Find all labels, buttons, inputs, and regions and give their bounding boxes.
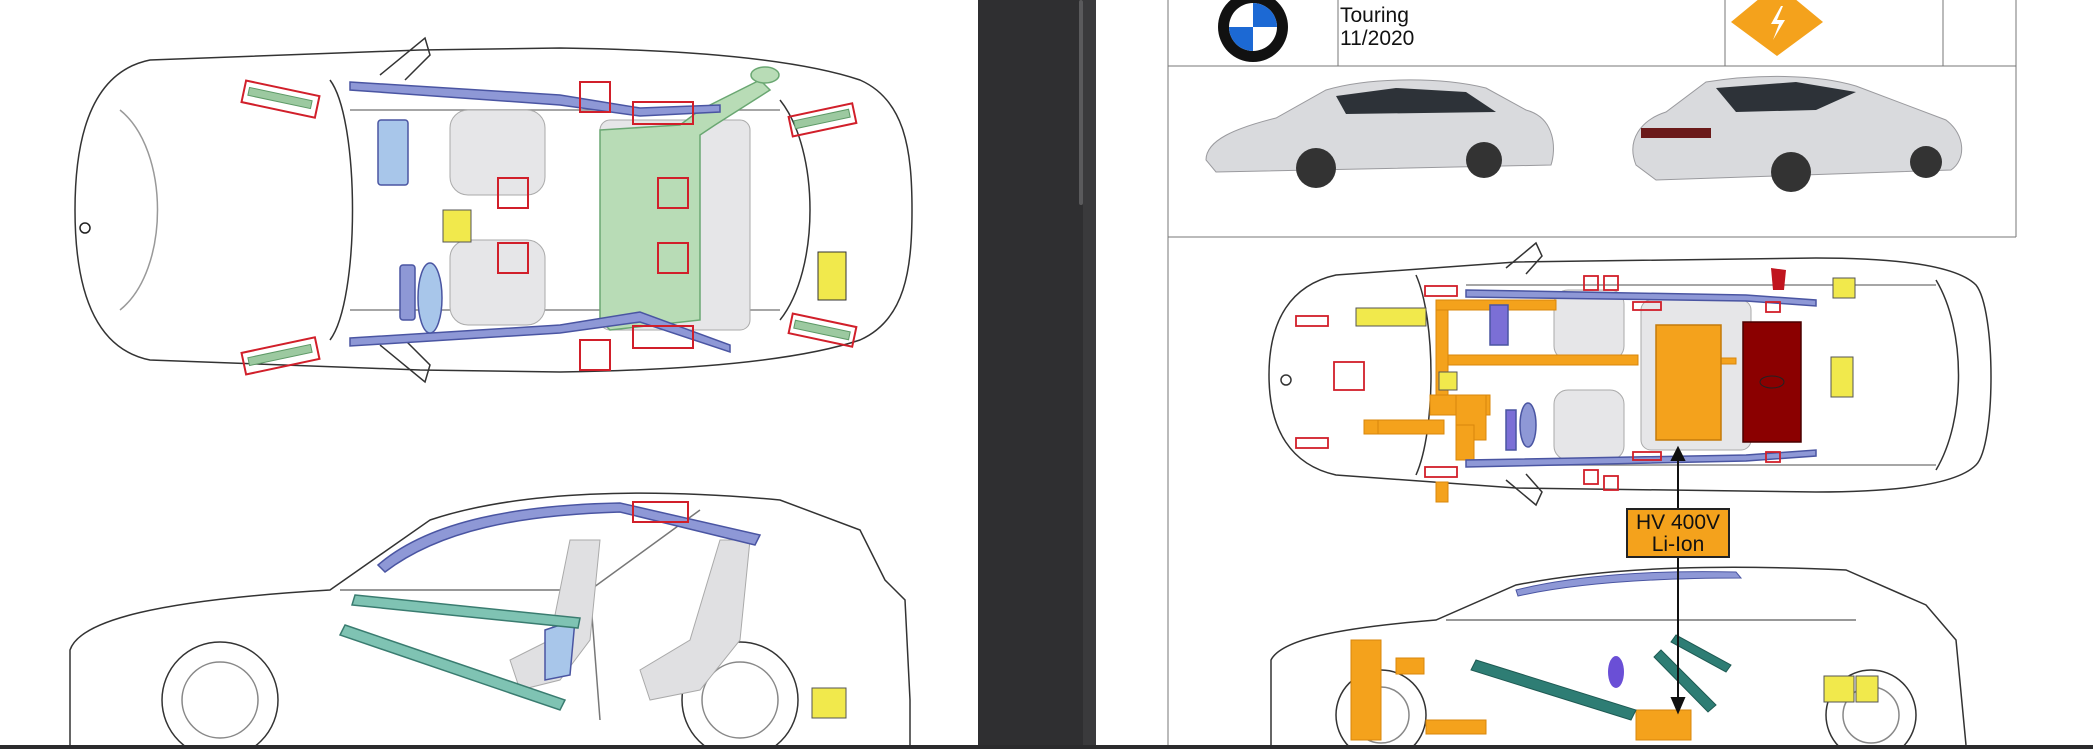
window-divider[interactable] [1083, 0, 1096, 749]
touring-rear-gas-generators [1823, 675, 1879, 703]
right-document-page[interactable] [1096, 0, 2093, 749]
vehicle-info-text: Touring 11/2020 [1340, 4, 1414, 50]
high-voltage-storage [1742, 321, 1802, 443]
hv-voltage-text: HV 400V [1635, 511, 1721, 534]
touring-side-hv [1350, 639, 1692, 741]
model-date-label: 11/2020 [1340, 27, 1415, 50]
battery-marker [817, 251, 847, 301]
model-line-label: Touring [1340, 4, 1409, 27]
bottom-edge [0, 745, 2093, 749]
bmw-logo-icon [1218, 0, 1288, 62]
gas-generator-marker [442, 209, 472, 243]
side-gas-generator-marker [811, 687, 847, 719]
left-document-page[interactable] [0, 0, 978, 749]
hv-battery-label: HV 400V Li-Ion [1626, 508, 1730, 558]
roof-fuse-marker [1771, 268, 1786, 290]
hv-type-text: Li-Ion [1651, 533, 1705, 556]
car-photo-front [1205, 79, 1554, 188]
touring-side-curtain-airbag [1515, 571, 1743, 597]
screen: Touring 11/2020 HV 400V Li-Ion [0, 0, 2093, 749]
hv-battery-pack [1655, 324, 1722, 441]
touring-top-view [1268, 241, 1992, 507]
side-view-car [69, 492, 911, 749]
car-photo-rear [1632, 75, 1963, 192]
high-voltage-warning-icon [1731, 0, 1823, 56]
touring-rescue-drawing [1167, 0, 2017, 749]
hatchback-rescue-drawing [69, 36, 913, 749]
side-airbag-marker [1608, 656, 1624, 688]
touring-side-reinforcements [1470, 634, 1732, 721]
